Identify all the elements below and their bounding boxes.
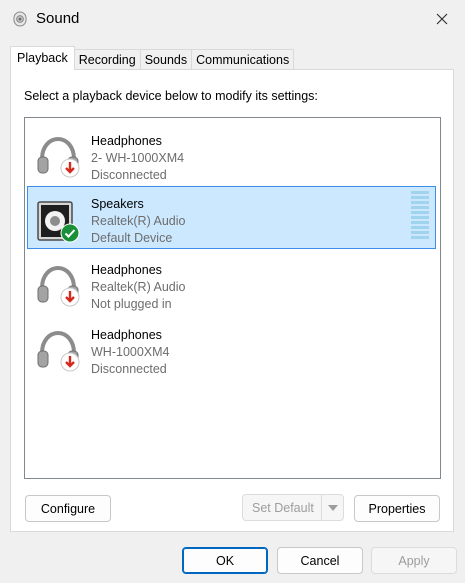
configure-button[interactable]: Configure [25, 495, 111, 522]
tab-strip: Playback Recording Sounds Communications [10, 46, 295, 70]
chevron-down-icon [327, 504, 338, 511]
default-check-icon [60, 223, 80, 243]
disconnected-arrow-icon [60, 287, 80, 307]
device-status: Default Device [91, 231, 173, 245]
device-description: Realtek(R) Audio [91, 214, 186, 228]
device-status: Disconnected [91, 168, 167, 182]
device-status: Not plugged in [91, 297, 172, 311]
device-description: 2- WH-1000XM4 [91, 151, 185, 165]
list-item-headphones-wh1000xm4[interactable]: Headphones WH-1000XM4 Disconnected [27, 317, 436, 380]
device-name: Headphones [91, 134, 162, 148]
list-item-speakers-realtek[interactable]: Speakers Realtek(R) Audio Default Device [27, 186, 436, 249]
window-title: Sound [36, 10, 80, 27]
disconnected-arrow-icon [60, 158, 80, 178]
device-description: WH-1000XM4 [91, 345, 170, 359]
title-bar: Sound [0, 0, 465, 38]
set-default-dropdown[interactable] [322, 494, 343, 521]
properties-button[interactable]: Properties [354, 495, 440, 522]
tab-communications[interactable]: Communications [191, 49, 295, 70]
list-item-headphones-wh1000xm4-2[interactable]: Headphones 2- WH-1000XM4 Disconnected [27, 123, 436, 186]
set-default-label: Set Default [252, 500, 314, 515]
device-name: Headphones [91, 328, 162, 342]
close-button[interactable] [419, 0, 465, 38]
instruction-text: Select a playback device below to modify… [24, 89, 318, 103]
apply-button[interactable]: Apply [371, 547, 457, 574]
cancel-button[interactable]: Cancel [277, 547, 363, 574]
playback-panel: Select a playback device below to modify… [10, 69, 454, 532]
disconnected-arrow-icon [60, 352, 80, 372]
device-description: Realtek(R) Audio [91, 280, 186, 294]
tab-playback[interactable]: Playback [10, 46, 75, 70]
tab-recording[interactable]: Recording [73, 49, 141, 70]
volume-level-meter [411, 191, 429, 243]
close-icon [436, 13, 448, 25]
tab-sounds[interactable]: Sounds [139, 49, 193, 70]
speaker-icon [13, 11, 27, 27]
device-status: Disconnected [91, 362, 167, 376]
ok-button[interactable]: OK [182, 547, 268, 574]
device-list: Headphones 2- WH-1000XM4 Disconnected Sp… [24, 117, 441, 479]
device-name: Headphones [91, 263, 162, 277]
device-name: Speakers [91, 197, 144, 211]
list-item-headphones-realtek[interactable]: Headphones Realtek(R) Audio Not plugged … [27, 252, 436, 315]
